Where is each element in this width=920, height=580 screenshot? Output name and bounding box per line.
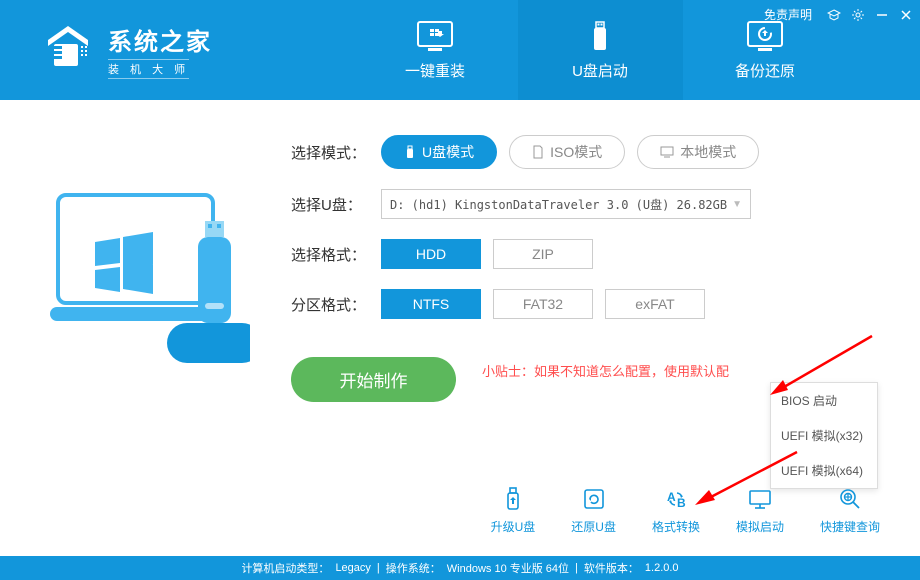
partition-row: 分区格式： NTFS FAT32 exFAT [291, 289, 880, 319]
backup-icon [744, 19, 786, 54]
monitor-icon [660, 146, 674, 158]
tab-reinstall[interactable]: 一键重装 [353, 0, 518, 100]
simulate-menu: BIOS 启动 UEFI 模拟(x32) UEFI 模拟(x64) [770, 382, 878, 489]
logo-icon [40, 22, 96, 78]
partition-exfat[interactable]: exFAT [605, 289, 705, 319]
iso-icon [532, 145, 544, 159]
partition-ntfs[interactable]: NTFS [381, 289, 481, 319]
format-zip[interactable]: ZIP [493, 239, 593, 269]
mode-label: 选择模式： [291, 142, 381, 163]
tab-label: 备份还原 [735, 60, 795, 81]
logo-title: 系统之家 [108, 22, 212, 57]
tool-hotkey[interactable]: 快捷键查询 [820, 485, 880, 535]
mode-usb[interactable]: U盘模式 [381, 135, 497, 169]
mode-row: 选择模式： U盘模式 ISO模式 本地模式 [291, 135, 880, 169]
usb-icon [579, 19, 621, 54]
udisk-select[interactable]: D: (hd1) KingstonDataTraveler 3.0 (U盘) 2… [381, 189, 751, 219]
start-button[interactable]: 开始制作 [291, 357, 456, 402]
illustration [40, 135, 265, 550]
tool-label: 模拟启动 [736, 518, 784, 535]
udisk-label: 选择U盘： [291, 194, 381, 215]
tool-convert[interactable]: AB 格式转换 [652, 485, 700, 535]
sep: | [575, 562, 578, 574]
status-bar: 计算机启动类型： Legacy | 操作系统： Windows 10 专业版 6… [0, 556, 920, 580]
reinstall-icon [414, 19, 456, 54]
ver-value: 1.2.0.0 [645, 562, 679, 574]
restore-icon [580, 485, 608, 513]
ver-label: 软件版本： [584, 560, 639, 576]
window-controls: 免责声明 [764, 6, 914, 23]
tool-label: 升级U盘 [491, 518, 536, 535]
boot-type-label: 计算机启动类型： [241, 560, 329, 576]
tool-label: 还原U盘 [571, 518, 616, 535]
menu-uefi64[interactable]: UEFI 模拟(x64) [771, 453, 877, 488]
format-label: 选择格式： [291, 244, 381, 265]
convert-icon: AB [662, 485, 690, 513]
tool-upgrade[interactable]: 升级U盘 [491, 485, 536, 535]
close-icon[interactable] [898, 7, 914, 23]
logo: 系统之家 装 机 大 师 [0, 22, 280, 79]
tab-usb-boot[interactable]: U盘启动 [518, 0, 683, 100]
logo-subtitle: 装 机 大 师 [108, 59, 189, 79]
tab-label: 一键重装 [405, 60, 465, 81]
graduate-icon[interactable] [826, 7, 842, 23]
sep: | [377, 562, 380, 574]
tool-label: 快捷键查询 [820, 518, 880, 535]
udisk-row: 选择U盘： D: (hd1) KingstonDataTraveler 3.0 … [291, 189, 880, 219]
disclaimer-link[interactable]: 免责声明 [764, 6, 812, 23]
header: 系统之家 装 机 大 师 一键重装 U盘启动 备份还原 免责声明 [0, 0, 920, 100]
partition-fat32[interactable]: FAT32 [493, 289, 593, 319]
tab-label: U盘启动 [572, 60, 628, 81]
format-row: 选择格式： HDD ZIP [291, 239, 880, 269]
menu-uefi32[interactable]: UEFI 模拟(x32) [771, 418, 877, 453]
mode-iso[interactable]: ISO模式 [509, 135, 625, 169]
usb-small-icon [404, 145, 416, 159]
format-hdd[interactable]: HDD [381, 239, 481, 269]
os-label: 操作系统： [386, 560, 441, 576]
gear-icon[interactable] [850, 7, 866, 23]
hotkey-icon [836, 485, 864, 513]
svg-text:B: B [677, 496, 686, 510]
tools-bar: 升级U盘 还原U盘 AB 格式转换 模拟启动 快捷键查询 [491, 485, 880, 535]
tool-label: 格式转换 [652, 518, 700, 535]
tool-restore[interactable]: 还原U盘 [571, 485, 616, 535]
os-value: Windows 10 专业版 64位 [447, 560, 569, 576]
partition-label: 分区格式： [291, 294, 381, 315]
mode-local[interactable]: 本地模式 [637, 135, 759, 169]
tip-text: 小贴士：如果不知道怎么配置，使用默认配 [482, 361, 729, 380]
chevron-down-icon: ▼ [732, 199, 742, 210]
tool-simulate[interactable]: 模拟启动 [736, 485, 784, 535]
upgrade-icon [499, 485, 527, 513]
boot-type-value: Legacy [335, 562, 370, 574]
udisk-value: D: (hd1) KingstonDataTraveler 3.0 (U盘) 2… [390, 196, 727, 213]
minimize-icon[interactable] [874, 7, 890, 23]
simulate-icon [746, 485, 774, 513]
menu-bios[interactable]: BIOS 启动 [771, 383, 877, 418]
